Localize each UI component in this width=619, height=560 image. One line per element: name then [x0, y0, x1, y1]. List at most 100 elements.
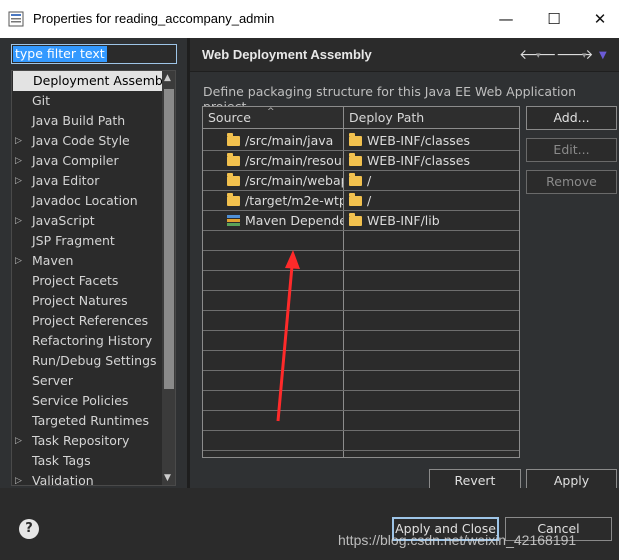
- tree-item-javadoc-location[interactable]: Javadoc Location: [12, 191, 162, 211]
- minimize-button[interactable]: —: [486, 6, 526, 32]
- tree-item-project-natures[interactable]: Project Natures: [12, 291, 162, 311]
- table-row[interactable]: /src/main/resources: [227, 151, 343, 171]
- folder-icon: [227, 193, 240, 206]
- tree-item-jsp-fragment[interactable]: JSP Fragment: [12, 231, 162, 251]
- table-cell-deploy[interactable]: /: [349, 191, 519, 211]
- tree-item-label: Service Policies: [32, 393, 129, 408]
- minimize-icon: —: [498, 10, 514, 28]
- tree-item-task-repository[interactable]: ▷ Task Repository: [12, 431, 162, 451]
- column-header-source[interactable]: Source ^: [203, 107, 343, 129]
- page-title: Web Deployment Assembly: [202, 47, 372, 62]
- table-cell-deploy[interactable]: WEB-INF/classes: [349, 151, 519, 171]
- tree-item-maven[interactable]: ▷ Maven: [12, 251, 162, 271]
- tree-item-label: Git: [32, 93, 51, 108]
- library-icon: [227, 215, 240, 226]
- folder-icon: [349, 173, 362, 186]
- help-icon[interactable]: ?: [19, 519, 39, 539]
- title-bar: Properties for reading_accompany_admin —…: [0, 0, 619, 38]
- scroll-up-icon[interactable]: ▲: [164, 73, 171, 83]
- deployment-table: Source ^ Deploy Path /src/main/java WEB-I…: [202, 106, 520, 458]
- expand-arrow-icon[interactable]: ▷: [15, 171, 22, 191]
- expand-arrow-icon[interactable]: ▷: [15, 211, 22, 231]
- folder-icon: [349, 193, 362, 206]
- table-row[interactable]: /src/main/webapp: [227, 171, 343, 191]
- tree-item-project-facets[interactable]: Project Facets: [12, 271, 162, 291]
- view-menu-icon[interactable]: ▼: [599, 50, 607, 61]
- table-cell-deploy[interactable]: WEB-INF/lib: [349, 211, 519, 231]
- property-tree: Deployment Assembly Git Java Build Path …: [11, 70, 176, 486]
- folder-icon: [227, 153, 240, 166]
- expand-arrow-icon[interactable]: ▷: [15, 251, 22, 271]
- tree-item-label: Project Natures: [32, 293, 128, 308]
- add-button[interactable]: Add...: [526, 106, 617, 130]
- close-button[interactable]: ✕: [580, 6, 619, 32]
- tree-item-label: Task Repository: [32, 433, 130, 448]
- tree-scrollbar[interactable]: ▲ ▼: [162, 71, 175, 485]
- tree-item-label: Refactoring History: [32, 333, 153, 348]
- tree-item-label: Targeted Runtimes: [32, 413, 149, 428]
- tree-item-label: Java Build Path: [32, 113, 126, 128]
- folder-icon: [349, 153, 362, 166]
- table-row[interactable]: Maven Dependencies: [227, 211, 343, 231]
- tree-item-label: Task Tags: [32, 453, 91, 468]
- back-dropdown-icon[interactable]: ▾: [536, 51, 541, 61]
- expand-arrow-icon[interactable]: ▷: [15, 431, 22, 451]
- tree-item-label: Java Editor: [32, 173, 100, 188]
- tree-item-label: Validation: [32, 473, 94, 486]
- window-title: Properties for reading_accompany_admin: [33, 11, 275, 26]
- right-panel: Web Deployment Assembly 🡐 🡒 ▾ ▾ ▼ Define…: [190, 38, 619, 493]
- tree-item-targeted-runtimes[interactable]: Targeted Runtimes: [12, 411, 162, 431]
- remove-button[interactable]: Remove: [526, 170, 617, 194]
- filter-input[interactable]: type filter text: [11, 44, 177, 64]
- expand-arrow-icon[interactable]: ▷: [15, 471, 22, 485]
- tree-item-label: JavaScript: [32, 213, 95, 228]
- close-icon: ✕: [593, 10, 607, 28]
- folder-icon: [227, 133, 240, 146]
- tree-item-java-code-style[interactable]: ▷ Java Code Style: [12, 131, 162, 151]
- tree-item-label: Maven: [32, 253, 74, 268]
- maximize-button[interactable]: ☐: [534, 6, 574, 32]
- tree-item-deployment-assembly[interactable]: Deployment Assembly: [13, 71, 174, 91]
- tree-item-validation[interactable]: ▷ Validation: [12, 471, 162, 486]
- tree-item-java-build-path[interactable]: Java Build Path: [12, 111, 162, 131]
- tree-item-task-tags[interactable]: Task Tags: [12, 451, 162, 471]
- left-panel: type filter text Deployment Assembly Git…: [0, 38, 187, 488]
- watermark-text: https://blog.csdn.net/weixin_42168191: [338, 532, 577, 548]
- sort-icon: ^: [267, 107, 275, 117]
- maximize-icon: ☐: [547, 10, 561, 28]
- folder-icon: [349, 133, 362, 146]
- tree-item-project-references[interactable]: Project References: [12, 311, 162, 331]
- table-cell-deploy[interactable]: WEB-INF/classes: [349, 131, 519, 151]
- expand-arrow-icon[interactable]: ▷: [15, 151, 22, 171]
- filter-text: type filter text: [13, 46, 107, 62]
- dialog-footer: ? Apply and Close Cancel https://blog.cs…: [0, 488, 619, 560]
- tree-item-label: Deployment Assembly: [33, 73, 174, 88]
- tree-item-run-debug-settings[interactable]: Run/Debug Settings: [12, 351, 162, 371]
- tree-item-java-compiler[interactable]: ▷ Java Compiler: [12, 151, 162, 171]
- properties-icon: [8, 11, 24, 27]
- tree-item-javascript[interactable]: ▷ JavaScript: [12, 211, 162, 231]
- forward-arrow-icon[interactable]: 🡒: [556, 46, 594, 63]
- forward-dropdown-icon[interactable]: ▾: [582, 51, 587, 61]
- tree-item-refactoring-history[interactable]: Refactoring History: [12, 331, 162, 351]
- folder-icon: [227, 173, 240, 186]
- scroll-down-icon[interactable]: ▼: [164, 473, 171, 483]
- tree-item-label: Run/Debug Settings: [32, 353, 157, 368]
- tree-item-label: Project Facets: [32, 273, 119, 288]
- table-cell-deploy[interactable]: /: [349, 171, 519, 191]
- tree-item-git[interactable]: Git: [12, 91, 162, 111]
- tree-item-label: Java Compiler: [32, 153, 119, 168]
- scroll-thumb[interactable]: [164, 89, 174, 389]
- table-row[interactable]: /target/m2e-wtp/web-resources: [227, 191, 343, 211]
- edit-button[interactable]: Edit...: [526, 138, 617, 162]
- column-header-deploy-path[interactable]: Deploy Path: [344, 107, 519, 129]
- folder-icon: [349, 213, 362, 226]
- tree-item-server[interactable]: Server: [12, 371, 162, 391]
- page-header: Web Deployment Assembly 🡐 🡒 ▾ ▾ ▼: [190, 38, 619, 72]
- expand-arrow-icon[interactable]: ▷: [15, 131, 22, 151]
- table-row[interactable]: /src/main/java: [227, 131, 343, 151]
- tree-item-label: Server: [32, 373, 73, 388]
- tree-item-java-editor[interactable]: ▷ Java Editor: [12, 171, 162, 191]
- tree-item-service-policies[interactable]: Service Policies: [12, 391, 162, 411]
- tree-item-label: JSP Fragment: [32, 233, 115, 248]
